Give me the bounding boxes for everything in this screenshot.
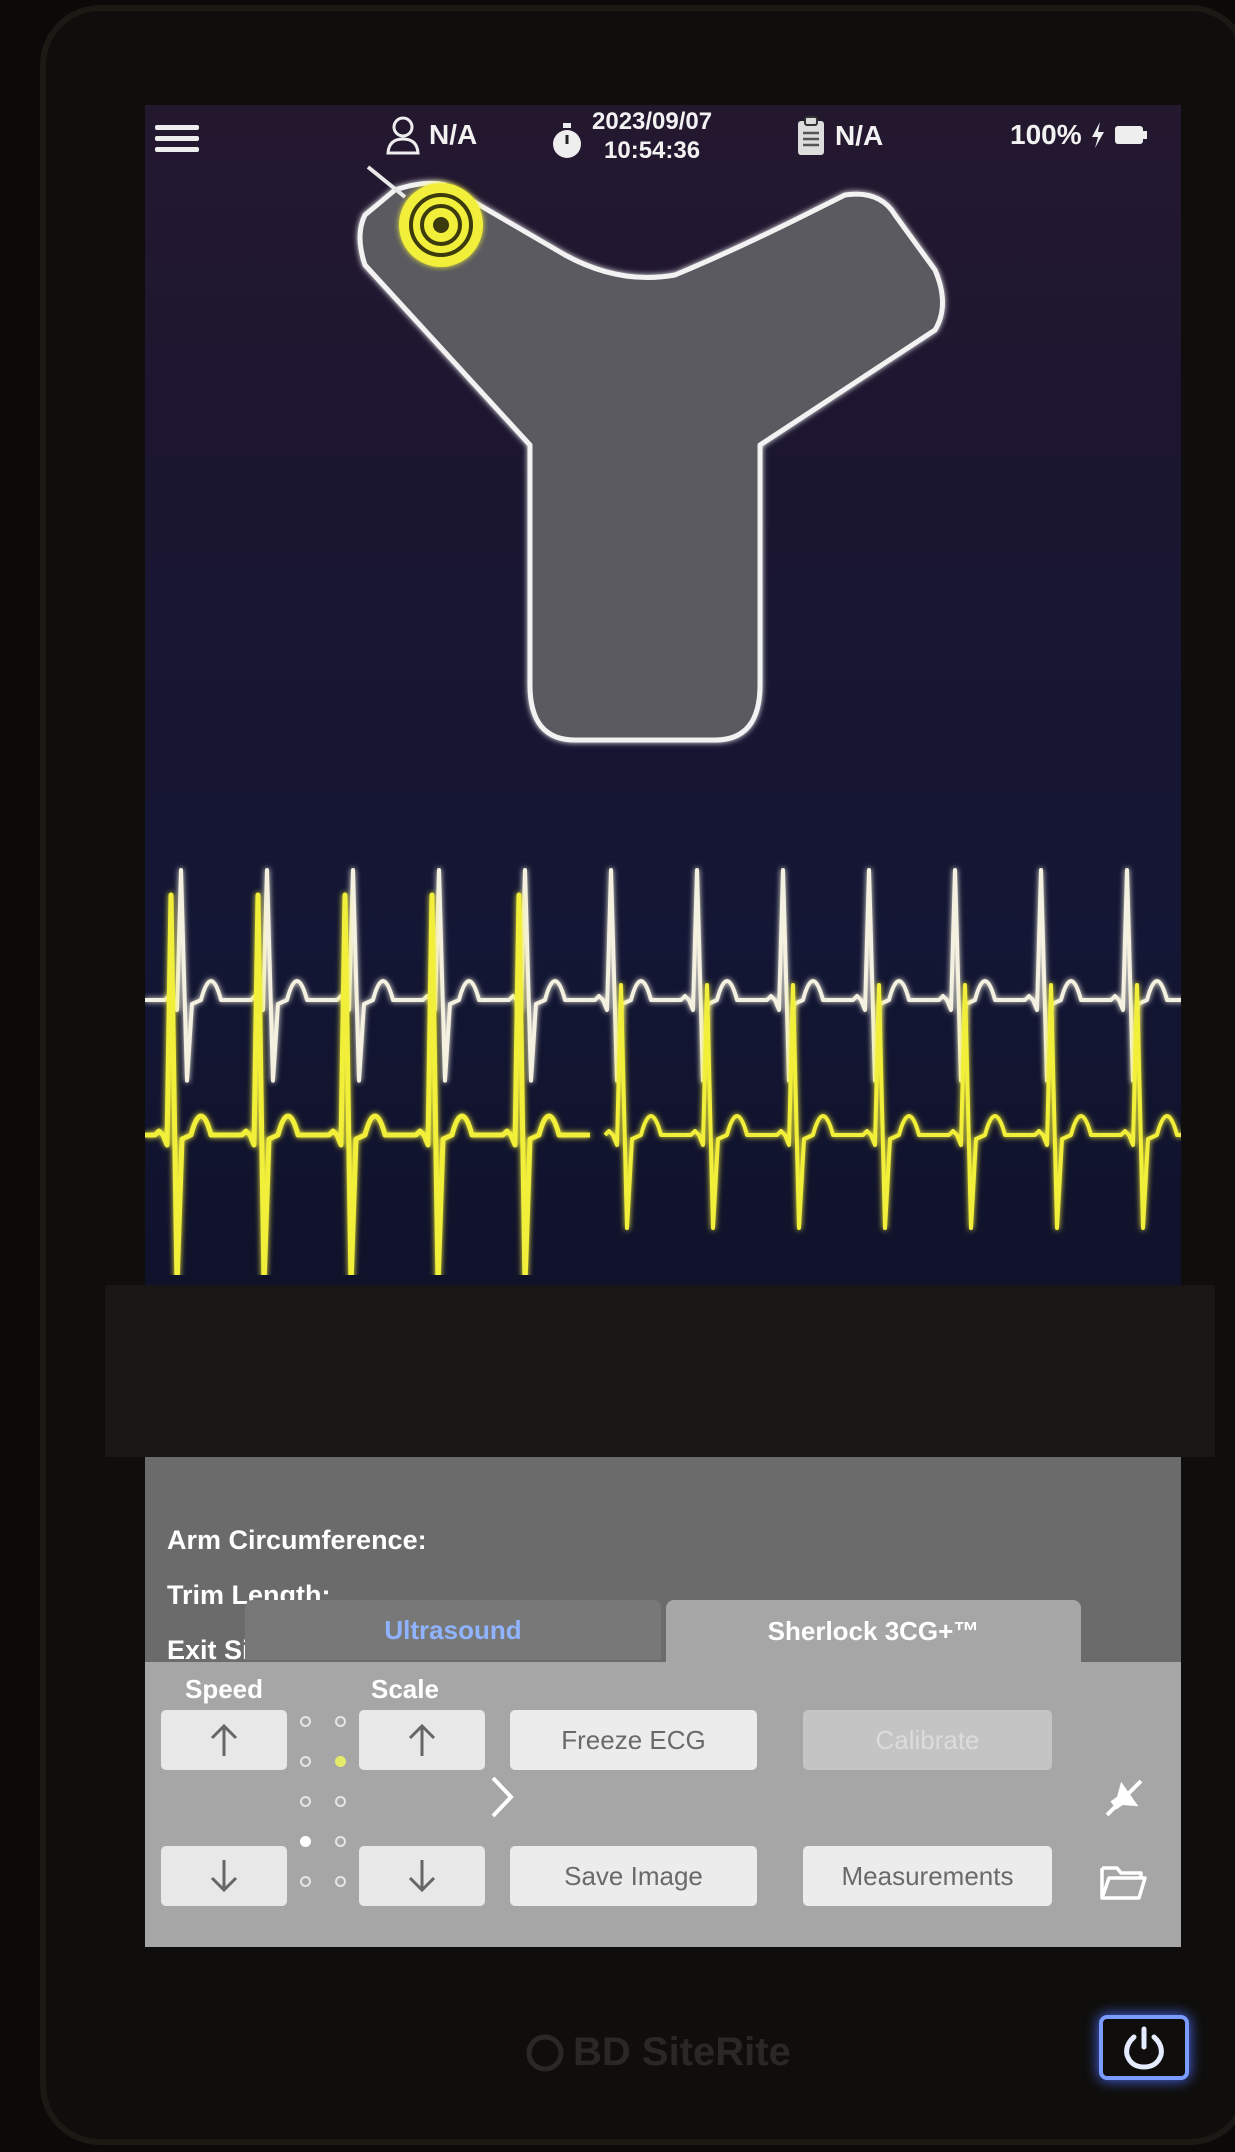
folder-icon[interactable] (1099, 1862, 1147, 1902)
ecg-display (145, 165, 1181, 1275)
mute-icon[interactable] (1101, 1775, 1147, 1821)
save-image-button[interactable]: Save Image (510, 1846, 757, 1906)
speed-label: Speed (185, 1674, 264, 1704)
arm-circumference-label: Arm Circumference: (167, 1525, 427, 1555)
brand-logo-icon (526, 2034, 564, 2071)
device-screen: N/A 2023/09/07 10:54:36 N/A 100% Arm Cir… (145, 105, 1181, 1947)
scale-down-button[interactable] (359, 1846, 485, 1906)
arrow-up-icon (408, 1723, 436, 1756)
brand-logo: BD SiteRite (525, 2030, 791, 2075)
speed-up-button[interactable] (161, 1710, 287, 1770)
arrow-down-icon (210, 1860, 238, 1893)
ecg-yellow-lower-trace (603, 983, 1181, 1230)
ecg-control-panel: Speed Scale Freeze ECG Save Image Calibr… (145, 1662, 1181, 1947)
power-button[interactable] (1099, 2015, 1189, 2080)
tip-location-shape (357, 180, 945, 743)
scale-label: Scale (371, 1674, 439, 1704)
ecg-trace-yellow (145, 892, 1181, 1275)
freeze-ecg-button[interactable]: Freeze ECG (510, 1710, 757, 1770)
calibrate-button[interactable]: Calibrate (803, 1710, 1052, 1770)
chevron-right-icon[interactable] (485, 1772, 519, 1822)
power-icon (1124, 2026, 1164, 2070)
tab-ultrasound[interactable]: Ultrasound (245, 1600, 661, 1660)
arrow-up-icon (210, 1723, 238, 1756)
redaction-band (105, 1285, 1215, 1457)
scale-level-indicator (335, 1716, 349, 1916)
scale-up-button[interactable] (359, 1710, 485, 1770)
target-pointer-line (366, 165, 407, 199)
measurements-button[interactable]: Measurements (803, 1846, 1052, 1906)
target-icon (399, 183, 483, 267)
ecg-trace-white (145, 868, 1181, 1083)
speed-level-indicator (300, 1716, 314, 1916)
arrow-down-icon (408, 1860, 436, 1893)
speed-down-button[interactable] (161, 1846, 287, 1906)
brand-name: BD SiteRite (573, 2030, 791, 2074)
ecg-white-trace (145, 868, 1181, 1083)
tab-sherlock[interactable]: Sherlock 3CG+™ (666, 1600, 1081, 1662)
